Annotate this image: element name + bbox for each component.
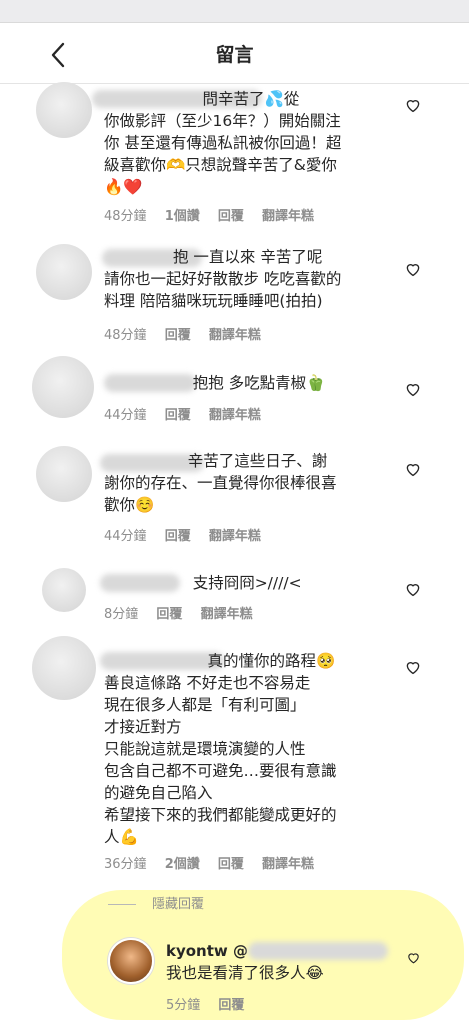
- reply-button[interactable]: 回覆: [165, 328, 191, 343]
- reply-text: 我也是看清了很多人😂: [166, 964, 324, 982]
- heart-outline-icon[interactable]: [404, 380, 422, 398]
- comment-meta: 8分鐘 回覆 翻譯年糕: [104, 603, 267, 622]
- avatar[interactable]: [32, 356, 94, 418]
- translate-button[interactable]: 翻譯年糕: [262, 209, 314, 224]
- reply-button[interactable]: 回覆: [218, 209, 244, 224]
- heart-outline-icon[interactable]: [404, 96, 422, 114]
- comment-text: 抱 一直以來 辛苦了呢 請你也一起好好散散步 吃吃喜歡的 料理 陪陪貓咪玩玩睡睡…: [104, 248, 342, 310]
- heart-outline-icon[interactable]: [404, 260, 422, 278]
- comment-text: 辛苦了這些日子、謝 謝你的存在、一直覺得你很棒很喜 歡你☺️: [104, 452, 337, 514]
- heart-outline-icon[interactable]: [404, 658, 422, 676]
- reply-meta: 5分鐘 回覆: [166, 994, 258, 1013]
- avatar[interactable]: [36, 82, 92, 138]
- translate-button[interactable]: 翻譯年糕: [209, 328, 261, 343]
- likes-count[interactable]: 2個讚: [165, 857, 200, 872]
- translate-button[interactable]: 翻譯年糕: [209, 408, 261, 423]
- reply-button[interactable]: 回覆: [165, 529, 191, 544]
- translate-button[interactable]: 翻譯年糕: [209, 529, 261, 544]
- avatar[interactable]: [36, 446, 92, 502]
- comment-meta: 48分鐘 回覆 翻譯年糕: [104, 324, 275, 343]
- reply-button[interactable]: 回覆: [218, 998, 244, 1013]
- comment-time: 8分鐘: [104, 607, 139, 622]
- comment-time: 48分鐘: [104, 328, 147, 343]
- avatar[interactable]: [42, 568, 86, 612]
- comment-time: 48分鐘: [104, 209, 147, 224]
- heart-outline-icon[interactable]: [404, 580, 422, 598]
- page-title: 留言: [215, 44, 254, 66]
- hide-replies-label: 隱藏回覆: [152, 897, 205, 912]
- likes-count[interactable]: 1個讚: [165, 209, 200, 224]
- comment-time: 44分鐘: [104, 408, 147, 423]
- comment-text: 支持冏冏>////<: [104, 574, 302, 592]
- translate-button[interactable]: 翻譯年糕: [201, 607, 253, 622]
- reply-time: 5分鐘: [166, 998, 201, 1013]
- comment-meta: 48分鐘 1個讚 回覆 翻譯年糕: [104, 205, 328, 224]
- translate-button[interactable]: 翻譯年糕: [262, 857, 314, 872]
- header: 留言: [0, 22, 469, 84]
- reply-button[interactable]: 回覆: [165, 408, 191, 423]
- avatar[interactable]: [32, 636, 96, 700]
- hide-replies-button[interactable]: 隱藏回覆: [108, 893, 204, 912]
- reply-button[interactable]: 回覆: [156, 607, 182, 622]
- comment-meta: 44分鐘 回覆 翻譯年糕: [104, 404, 275, 423]
- username-blurred: [248, 942, 388, 960]
- comment-text: 真的懂你的路程🥺 善良這條路 不好走也不容易走 現在很多人都是「有利可圖」 才接…: [104, 652, 337, 846]
- reply-username[interactable]: kyontw @: [166, 942, 248, 960]
- comment-meta: 36分鐘 2個讚 回覆 翻譯年糕: [104, 853, 328, 872]
- comment-time: 36分鐘: [104, 857, 147, 872]
- avatar[interactable]: [108, 938, 154, 984]
- comment-time: 44分鐘: [104, 529, 147, 544]
- comment-meta: 44分鐘 回覆 翻譯年糕: [104, 525, 275, 544]
- avatar[interactable]: [36, 244, 92, 300]
- comment-text: 問辛苦了💦從 你做影評（至少16年？）開始關注 你 甚至還有傳過私訊被你回過！超…: [104, 90, 342, 196]
- heart-outline-icon[interactable]: [404, 460, 422, 478]
- status-strip: [0, 0, 469, 22]
- comment-text: 抱抱 多吃點青椒🫑: [104, 374, 326, 392]
- heart-outline-icon[interactable]: [406, 950, 421, 965]
- divider: [108, 904, 136, 905]
- reply-button[interactable]: 回覆: [218, 857, 244, 872]
